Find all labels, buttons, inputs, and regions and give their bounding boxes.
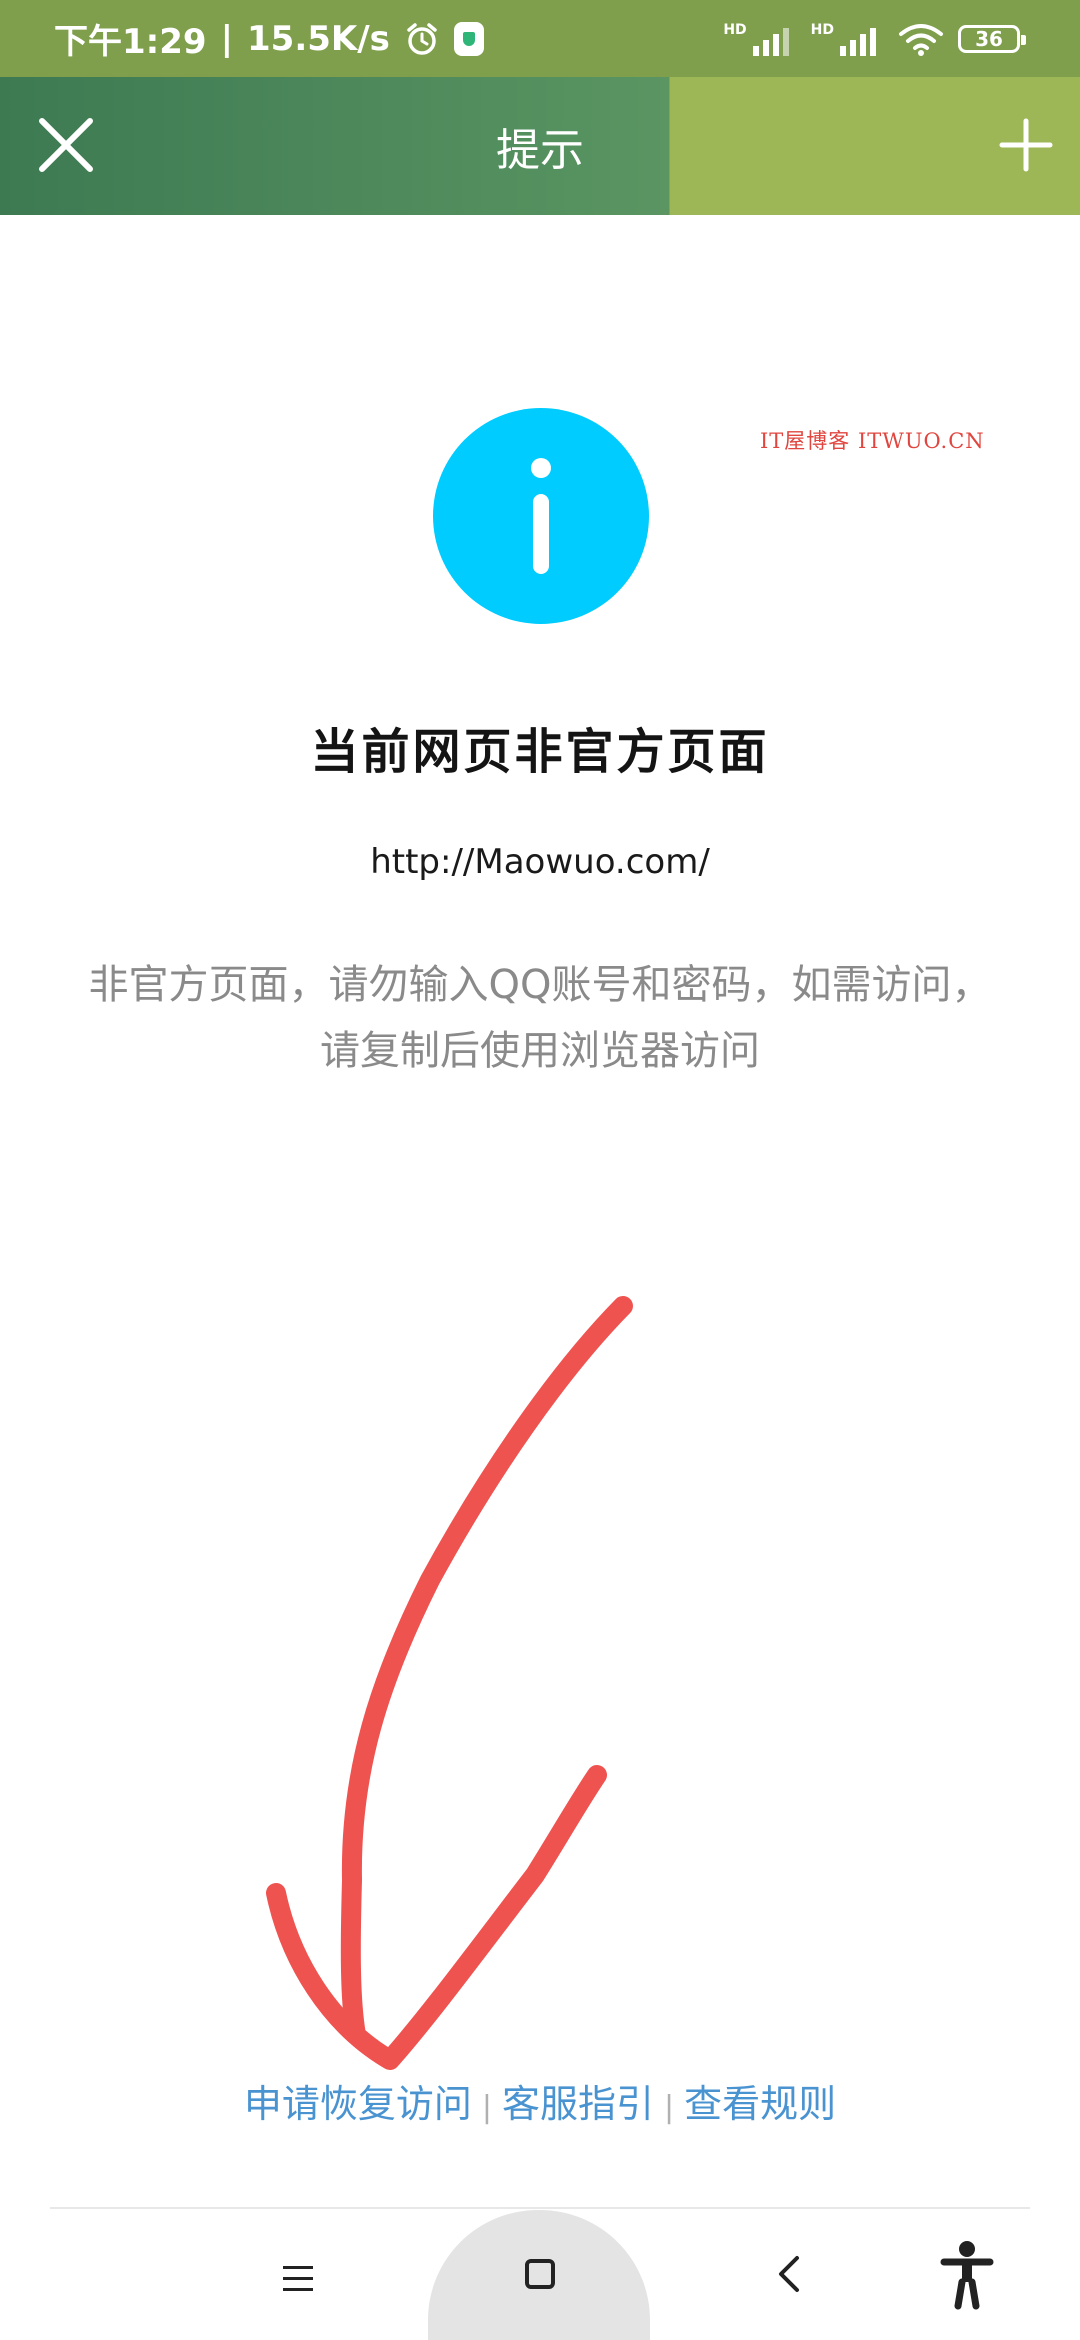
description-line-1: 非官方页面，请勿输入QQ账号和密码，如需访问， xyxy=(88,962,992,1008)
status-separator: | xyxy=(220,18,233,59)
divider xyxy=(50,2207,1030,2209)
signal-icon xyxy=(752,27,789,56)
restore-access-link[interactable]: 申请恢复访问 xyxy=(244,2082,472,2126)
page-url: http://Maowuo.com/ xyxy=(370,842,710,882)
link-separator: | xyxy=(481,2090,492,2125)
footer-links: 申请恢复访问 | 客服指引 | 查看规则 xyxy=(0,2073,1080,2128)
nav-bar: 提示 xyxy=(0,77,1080,215)
accessibility-icon[interactable] xyxy=(940,2240,994,2310)
system-nav xyxy=(0,2210,1080,2340)
info-icon-bar xyxy=(533,494,549,574)
alarm-icon xyxy=(407,22,437,55)
info-icon xyxy=(433,408,649,624)
red-arrow-annotation xyxy=(266,1296,633,2070)
page-title: 当前网页非官方页面 xyxy=(310,724,770,780)
page-description: 非官方页面，请勿输入QQ账号和密码，如需访问， 请复制后使用浏览器访问 xyxy=(40,952,1040,1084)
network-speed: 15.5K/s xyxy=(247,18,390,59)
menu-icon[interactable] xyxy=(283,2266,313,2299)
link-separator: | xyxy=(664,2090,675,2125)
status-left: 下午1:29 | 15.5K/s xyxy=(54,0,484,77)
wifi-icon xyxy=(899,23,943,56)
description-line-2: 请复制后使用浏览器访问 xyxy=(320,1028,760,1074)
status-bar: 下午1:29 | 15.5K/s HD HD 36 xyxy=(0,0,1080,77)
hd-label: HD xyxy=(810,21,834,38)
hd-label: HD xyxy=(723,21,747,38)
close-icon[interactable] xyxy=(36,115,96,175)
back-icon[interactable] xyxy=(775,2254,803,2294)
battery-icon: 36 xyxy=(958,24,1026,53)
plus-icon[interactable] xyxy=(998,117,1054,173)
shield-icon xyxy=(453,21,484,56)
signal-icon xyxy=(840,27,876,56)
status-right: HD HD 36 xyxy=(723,0,1026,77)
status-time: 下午1:29 xyxy=(54,22,207,62)
view-rules-link[interactable]: 查看规则 xyxy=(684,2082,836,2126)
nav-title: 提示 xyxy=(496,125,584,176)
customer-service-link[interactable]: 客服指引 xyxy=(502,2082,654,2126)
info-icon-dot xyxy=(531,458,551,478)
watermark: IT屋博客 ITWUO.CN xyxy=(760,429,985,453)
